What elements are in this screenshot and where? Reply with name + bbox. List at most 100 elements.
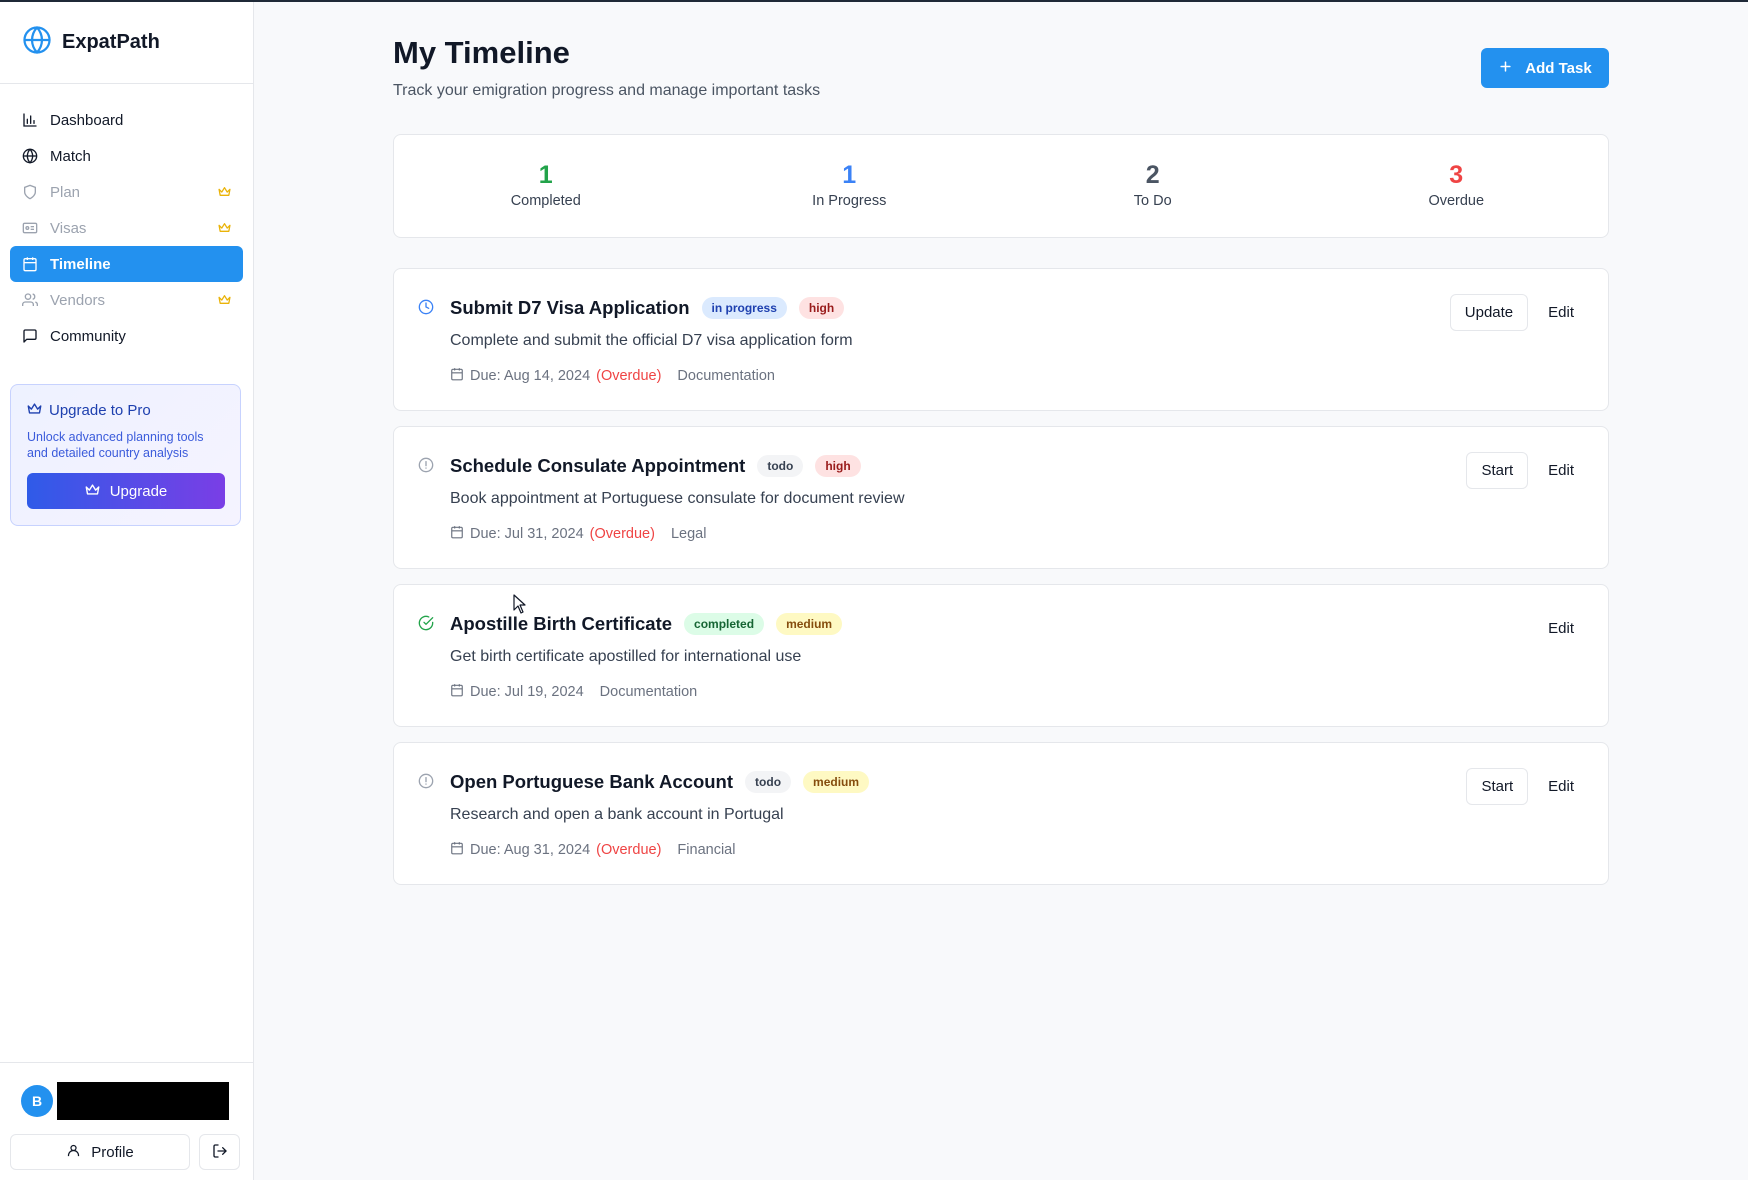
logout-button[interactable] — [199, 1134, 240, 1170]
alert-circle-icon — [418, 773, 434, 789]
stat-label: Overdue — [1428, 193, 1485, 209]
calendar-icon — [450, 367, 464, 385]
stats-summary: 1 Completed 1 In Progress 2 To Do 3 Over… — [393, 134, 1609, 238]
task-category: Documentation — [599, 684, 698, 700]
stat-in-progress: 1 In Progress — [698, 135, 1002, 237]
status-badge: todo — [745, 771, 792, 793]
stat-value: 1 — [842, 161, 857, 189]
stat-overdue: 3 Overdue — [1305, 135, 1609, 237]
stat-label: In Progress — [812, 193, 887, 209]
task-meta: Due: Jul 31, 2024 (Overdue) Legal — [450, 525, 706, 543]
overdue-label: (Overdue) — [596, 842, 662, 858]
globe-logo-icon — [22, 25, 52, 60]
brand[interactable]: ExpatPath — [0, 2, 253, 84]
calendar-icon — [450, 525, 464, 543]
user-info: B — [21, 1082, 229, 1120]
task-title: Apostille Birth Certificate — [450, 613, 673, 634]
task-header: Apostille Birth Certificate completed me… — [450, 613, 843, 635]
check-circle-icon — [418, 615, 434, 631]
task-actions: Start Edit — [1466, 452, 1588, 489]
upgrade-button[interactable]: Upgrade — [27, 473, 225, 509]
task-actions: Edit — [1534, 610, 1588, 647]
overdue-label: (Overdue) — [589, 526, 655, 542]
bar-chart-icon — [22, 112, 38, 128]
sidebar-footer: B Profile — [0, 1062, 254, 1180]
task-header: Schedule Consulate Appointment todo high — [450, 455, 861, 477]
globe-icon — [22, 148, 38, 164]
task-actions: Update Edit — [1449, 294, 1588, 331]
plus-icon — [1498, 59, 1513, 78]
sidebar-item-label: Visas — [50, 219, 87, 237]
status-badge: completed — [684, 613, 765, 635]
edit-button[interactable]: Edit — [1534, 452, 1588, 489]
due-date: Due: Aug 14, 2024 — [470, 368, 591, 384]
task-actions: Start Edit — [1466, 768, 1588, 805]
mouse-cursor-icon — [513, 594, 527, 619]
sidebar-item-label: Plan — [50, 183, 81, 201]
task-description: Get birth certificate apostilled for int… — [450, 648, 802, 665]
redacted-username — [57, 1082, 229, 1120]
calendar-icon — [450, 841, 464, 859]
task-header: Open Portuguese Bank Account todo medium — [450, 771, 870, 793]
priority-badge: high — [798, 297, 845, 319]
crown-icon — [27, 401, 42, 420]
stat-value: 2 — [1145, 161, 1160, 189]
task-meta: Due: Aug 14, 2024 (Overdue) Documentatio… — [450, 367, 775, 385]
task-card: Submit D7 Visa Application in progress h… — [393, 268, 1609, 411]
task-category: Legal — [670, 526, 707, 542]
sidebar-item-dashboard[interactable]: Dashboard — [10, 102, 243, 138]
sidebar-item-community[interactable]: Community — [10, 318, 243, 354]
edit-button[interactable]: Edit — [1534, 294, 1588, 331]
shield-icon — [22, 184, 38, 200]
stat-value: 3 — [1449, 161, 1464, 189]
upgrade-description: Unlock advanced planning tools and detai… — [27, 430, 204, 460]
id-card-icon — [22, 220, 38, 236]
task-meta: Due: Aug 31, 2024 (Overdue) Financial — [450, 841, 735, 859]
crown-icon — [218, 293, 231, 310]
update-button[interactable]: Update — [1449, 294, 1529, 331]
page-subtitle: Track your emigration progress and manag… — [393, 82, 821, 99]
task-meta: Due: Jul 19, 2024 Documentation — [450, 683, 697, 701]
sidebar-item-match[interactable]: Match — [10, 138, 243, 174]
sidebar-item-timeline[interactable]: Timeline — [10, 246, 243, 282]
priority-badge: high — [815, 455, 861, 477]
task-card: Apostille Birth Certificate completed me… — [393, 584, 1609, 727]
sidebar-item-label: Vendors — [50, 291, 106, 309]
upgrade-card: Upgrade to Pro Unlock advanced planning … — [10, 384, 241, 526]
task-title: Submit D7 Visa Application — [450, 297, 690, 318]
task-title: Open Portuguese Bank Account — [450, 771, 734, 792]
task-header: Submit D7 Visa Application in progress h… — [450, 297, 845, 319]
profile-button[interactable]: Profile — [10, 1134, 190, 1170]
edit-button[interactable]: Edit — [1534, 768, 1588, 805]
sidebar-item-visas[interactable]: Visas — [10, 210, 243, 246]
task-title: Schedule Consulate Appointment — [450, 455, 746, 476]
sidebar-item-label: Match — [50, 147, 91, 165]
status-badge: in progress — [701, 297, 787, 319]
status-badge: todo — [757, 455, 804, 477]
priority-badge: medium — [776, 613, 843, 635]
sidebar: ExpatPath Dashboard Match Plan Visas Tim… — [0, 2, 254, 1180]
page-title: My Timeline — [393, 35, 570, 70]
sidebar-item-label: Timeline — [50, 255, 111, 273]
stat-label: To Do — [1133, 193, 1172, 209]
sidebar-item-vendors[interactable]: Vendors — [10, 282, 243, 318]
stat-label: Completed — [510, 193, 581, 209]
stat-todo: 2 To Do — [1001, 135, 1305, 237]
overdue-label: (Overdue) — [596, 368, 662, 384]
task-category: Financial — [677, 842, 736, 858]
task-card: Open Portuguese Bank Account todo medium… — [393, 742, 1609, 885]
due-date: Due: Jul 19, 2024 — [470, 684, 584, 700]
due-date: Due: Aug 31, 2024 — [470, 842, 591, 858]
edit-button[interactable]: Edit — [1534, 610, 1588, 647]
avatar[interactable]: B — [21, 1085, 53, 1117]
start-button[interactable]: Start — [1466, 452, 1529, 489]
clock-icon — [418, 299, 434, 315]
task-list: Submit D7 Visa Application in progress h… — [393, 268, 1609, 900]
task-card: Schedule Consulate Appointment todo high… — [393, 426, 1609, 569]
sidebar-item-plan[interactable]: Plan — [10, 174, 243, 210]
add-task-button[interactable]: Add Task — [1481, 48, 1609, 88]
alert-circle-icon — [418, 457, 434, 473]
message-icon — [22, 328, 38, 344]
start-button[interactable]: Start — [1466, 768, 1529, 805]
task-description: Complete and submit the official D7 visa… — [450, 332, 853, 349]
